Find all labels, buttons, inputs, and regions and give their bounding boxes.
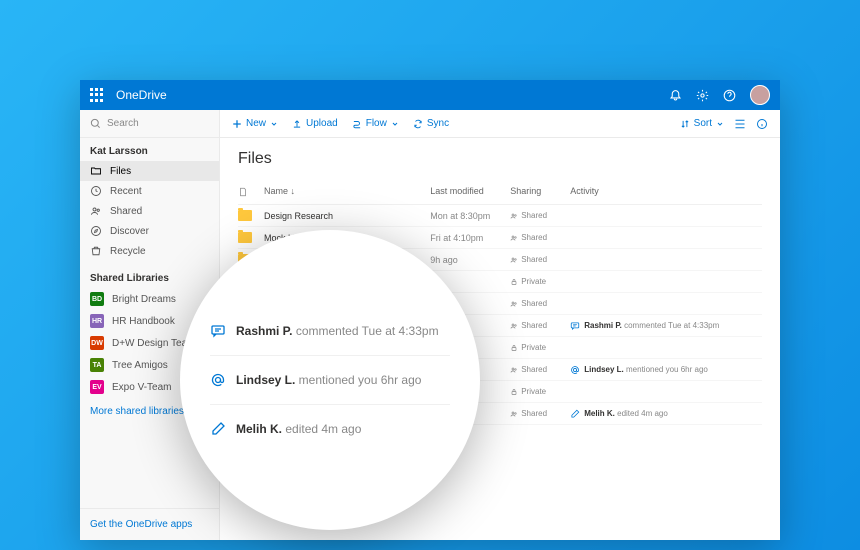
file-sharing: Private — [510, 387, 570, 396]
library-label: Tree Amigos — [112, 360, 168, 371]
file-sharing: Shared — [510, 365, 570, 374]
library-badge: EV — [90, 380, 104, 394]
chevron-down-icon — [716, 120, 724, 128]
file-sharing: Shared — [510, 321, 570, 330]
discover-icon — [90, 225, 102, 237]
chevron-down-icon — [270, 120, 278, 128]
col-sharing[interactable]: Sharing — [510, 186, 570, 200]
file-activity: Lindsey L. mentioned you 6hr ago — [570, 365, 762, 375]
sort-button[interactable]: Sort — [680, 118, 724, 129]
libraries-label: Shared Libraries — [80, 261, 219, 288]
lens-activity-row: Melih K. edited 4m ago — [210, 405, 450, 453]
library-label: Bright Dreams — [112, 294, 176, 305]
file-name: Design Research — [264, 211, 430, 221]
upload-button[interactable]: Upload — [292, 118, 338, 129]
notifications-icon[interactable] — [669, 89, 682, 102]
get-apps-link[interactable]: Get the OneDrive apps — [80, 508, 219, 540]
library-badge: HR — [90, 314, 104, 328]
comment-icon — [210, 323, 226, 339]
mention-icon — [210, 372, 226, 388]
col-activity[interactable]: Activity — [570, 186, 762, 200]
file-activity: Melih K. edited 4m ago — [570, 409, 762, 419]
flow-button[interactable]: Flow — [352, 118, 399, 129]
people-icon — [90, 205, 102, 217]
info-icon[interactable] — [756, 118, 768, 130]
file-sharing: Private — [510, 343, 570, 352]
table-header: Name ↓ Last modified Sharing Activity — [238, 182, 762, 205]
file-sharing: Shared — [510, 233, 570, 242]
col-modified[interactable]: Last modified — [430, 186, 510, 200]
library-badge: TA — [90, 358, 104, 372]
file-modified: Mon at 8:30pm — [430, 211, 510, 221]
library-badge: DW — [90, 336, 104, 350]
library-label: Expo V-Team — [112, 382, 171, 393]
comment-icon — [570, 321, 580, 331]
user-name: Kat Larsson — [80, 138, 219, 161]
chevron-down-icon — [391, 120, 399, 128]
mention-icon — [570, 365, 580, 375]
page-title: Files — [238, 150, 762, 168]
edit-icon — [570, 409, 580, 419]
new-button[interactable]: New — [232, 118, 278, 129]
settings-icon[interactable] — [696, 89, 709, 102]
nav-shared[interactable]: Shared — [80, 201, 219, 221]
file-modified: 9h ago — [430, 255, 510, 265]
magnifier: Rashmi P. commented Tue at 4:33pmLindsey… — [180, 230, 480, 530]
clock-icon — [90, 185, 102, 197]
file-sharing: Private — [510, 277, 570, 286]
file-icon — [238, 186, 248, 198]
search-input[interactable]: Search — [80, 110, 219, 138]
edit-icon — [210, 421, 226, 437]
help-icon[interactable] — [723, 89, 736, 102]
folder-icon — [238, 210, 252, 221]
view-icon[interactable] — [734, 118, 746, 130]
avatar[interactable] — [750, 85, 770, 105]
command-bar: New Upload Flow Sync Sort — [220, 110, 780, 138]
nav-recycle[interactable]: Recycle — [80, 241, 219, 261]
recycle-icon — [90, 245, 102, 257]
nav-recent[interactable]: Recent — [80, 181, 219, 201]
file-sharing: Shared — [510, 299, 570, 308]
sync-button[interactable]: Sync — [413, 118, 449, 129]
brand-label: OneDrive — [116, 88, 167, 102]
folder-icon — [90, 165, 102, 177]
nav-files[interactable]: Files — [80, 161, 219, 181]
titlebar: OneDrive — [80, 80, 780, 110]
lens-activity-row: Rashmi P. commented Tue at 4:33pm — [210, 307, 450, 356]
file-row[interactable]: Design ResearchMon at 8:30pmShared — [238, 205, 762, 227]
file-sharing: Shared — [510, 255, 570, 264]
file-sharing: Shared — [510, 409, 570, 418]
file-sharing: Shared — [510, 211, 570, 220]
library-label: HR Handbook — [112, 316, 175, 327]
file-activity: Rashmi P. commented Tue at 4:33pm — [570, 321, 762, 331]
file-modified: Fri at 4:10pm — [430, 233, 510, 243]
search-icon — [90, 118, 101, 129]
col-name[interactable]: Name ↓ — [264, 186, 430, 200]
lens-activity-row: Lindsey L. mentioned you 6hr ago — [210, 356, 450, 405]
nav-discover[interactable]: Discover — [80, 221, 219, 241]
folder-icon — [238, 232, 252, 243]
app-launcher-icon[interactable] — [90, 88, 104, 102]
titlebar-right — [669, 85, 770, 105]
library-badge: BD — [90, 292, 104, 306]
